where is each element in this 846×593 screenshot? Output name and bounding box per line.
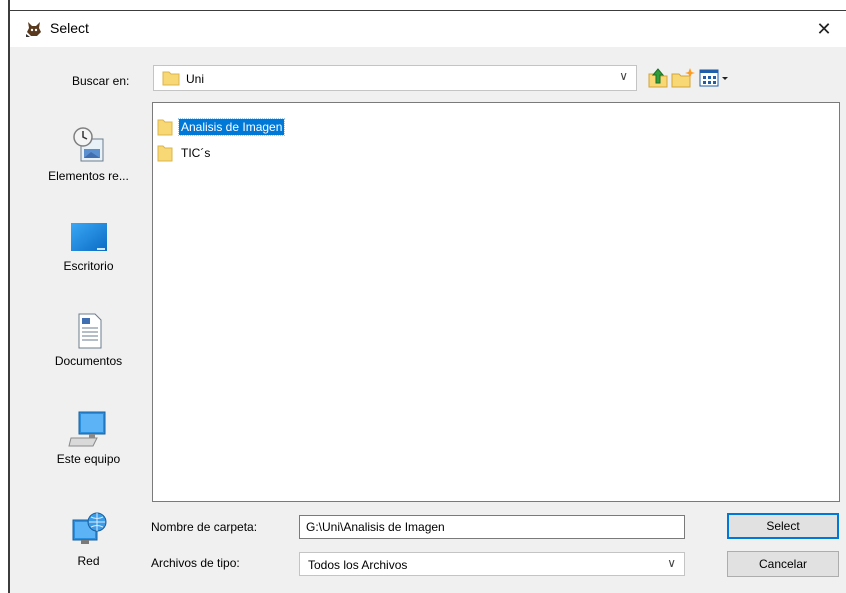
folder-icon — [162, 71, 180, 86]
select-button[interactable]: Select — [727, 513, 839, 539]
computer-icon — [67, 411, 105, 447]
close-button[interactable]: ✕ — [806, 15, 842, 43]
file-list[interactable]: Analisis de Imagen TIC´s — [152, 102, 840, 502]
dialog-title: Select — [50, 20, 89, 36]
desktop-icon — [70, 223, 107, 251]
file-name: TIC´s — [181, 146, 211, 160]
place-desktop[interactable]: Escritorio — [28, 219, 149, 273]
place-label: Escritorio — [63, 259, 114, 273]
folder-icon — [157, 145, 173, 162]
documents-icon — [78, 313, 101, 349]
recent-items-icon — [72, 127, 103, 162]
place-label: Documentos — [54, 354, 123, 368]
up-folder-icon[interactable] — [646, 66, 670, 90]
lookin-dropdown[interactable]: Uni ∨ — [153, 65, 637, 91]
place-recent-items[interactable]: Elementos re... — [28, 125, 149, 183]
file-type-value: Todos los Archivos — [308, 558, 408, 572]
cancel-button[interactable]: Cancelar — [727, 551, 839, 577]
app-logo-icon — [26, 22, 41, 37]
place-label: Red — [77, 554, 100, 568]
file-type-label: Archivos de tipo: — [151, 556, 240, 570]
list-item[interactable]: TIC´s — [157, 143, 212, 163]
folder-name-field[interactable]: G:\Uni\Analisis de Imagen — [299, 515, 685, 539]
places-bar: Elementos re... Escritorio Documentos Es… — [28, 105, 149, 593]
folder-name-label: Nombre de carpeta: — [151, 520, 258, 534]
list-item[interactable]: Analisis de Imagen — [157, 117, 286, 137]
file-type-dropdown[interactable]: Todos los Archivos ∨ — [299, 552, 685, 576]
place-network[interactable]: Red — [28, 510, 149, 568]
lookin-label: Buscar en: — [72, 74, 130, 88]
lookin-value: Uni — [186, 72, 205, 86]
chevron-down-icon: ∨ — [619, 69, 628, 83]
view-menu-icon[interactable] — [698, 66, 732, 90]
title-bar: Select ✕ — [10, 11, 846, 47]
place-documents[interactable]: Documentos — [28, 310, 149, 368]
network-icon — [72, 512, 106, 544]
new-folder-icon[interactable] — [670, 66, 696, 90]
select-dialog: Select ✕ Buscar en: Uni ∨ Elementos re..… — [10, 11, 846, 593]
folder-icon — [157, 119, 173, 136]
place-label: Este equipo — [56, 452, 121, 466]
place-this-pc[interactable]: Este equipo — [28, 408, 149, 466]
chevron-down-icon: ∨ — [667, 556, 676, 570]
file-name: Analisis de Imagen — [177, 118, 286, 136]
close-icon: ✕ — [816, 19, 832, 39]
place-label: Elementos re... — [48, 169, 129, 183]
